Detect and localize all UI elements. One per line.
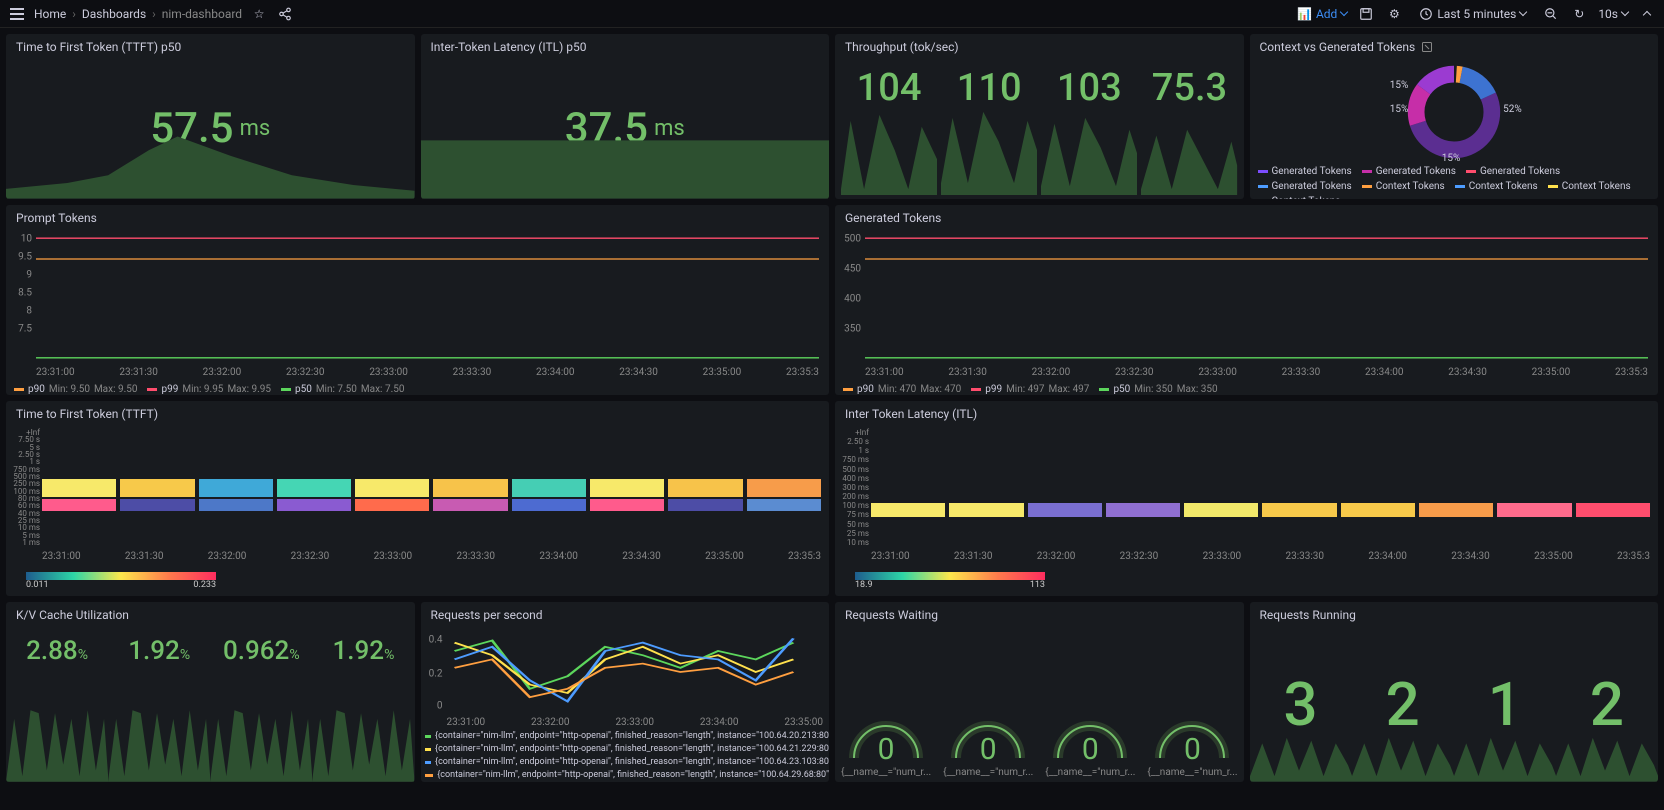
legend-item[interactable]: Generated Tokens — [1362, 166, 1456, 177]
panel-ttft-heatmap[interactable]: Time to First Token (TTFT) +Inf7.50 s5 s… — [6, 401, 829, 596]
panel-ttft-p50[interactable]: Time to First Token (TTFT) p50 57.5ms — [6, 34, 415, 199]
gauge: 0{__name__="num_r... — [937, 716, 1039, 778]
panel-title: Inter-Token Latency (ITL) p50 — [421, 34, 830, 58]
legend-item[interactable]: p50 Min: 350 Max: 350 — [1099, 384, 1217, 395]
panel-context-vs-generated[interactable]: Context vs Generated Tokens 15% 15% 52% … — [1250, 34, 1659, 199]
panel-kv-cache[interactable]: K/V Cache Utilization 2.88%1.92%0.962%1.… — [6, 602, 415, 782]
kv-stat: 1.92% — [108, 626, 210, 782]
breadcrumb-home[interactable]: Home — [34, 7, 66, 21]
legend-item[interactable]: {container="nim-llm", endpoint="http-ope… — [425, 743, 830, 756]
legend-item[interactable]: p50 Min: 7.50 Max: 7.50 — [281, 384, 404, 395]
legend-item[interactable]: p90 Min: 470 Max: 470 — [843, 384, 961, 395]
panel-title: Requests Running — [1250, 602, 1659, 626]
share-icon[interactable] — [276, 5, 294, 23]
stat-running: 3 — [1250, 626, 1352, 782]
legend-item[interactable]: Context Tokens — [1258, 196, 1341, 199]
gauge: 0{__name__="num_r... — [1141, 716, 1243, 778]
stat-value: 104 — [857, 66, 922, 110]
panel-title: Context vs Generated Tokens — [1250, 34, 1659, 58]
panel-title: K/V Cache Utilization — [6, 602, 415, 626]
stat-running: 2 — [1352, 626, 1454, 782]
legend-item[interactable]: Context Tokens — [1455, 181, 1538, 192]
refresh-interval[interactable]: 10s — [1598, 7, 1628, 21]
panel-itl-heatmap[interactable]: Inter Token Latency (ITL) +Inf2.50 s1 s7… — [835, 401, 1658, 596]
legend-item[interactable]: Context Tokens — [1548, 181, 1631, 192]
kv-stat: 1.92% — [312, 626, 414, 782]
panel-title: Requests Waiting — [835, 602, 1244, 626]
legend-item[interactable]: Context Tokens — [1362, 181, 1445, 192]
panel-generated-tokens[interactable]: Generated Tokens 500 450 400 350 23:31:0… — [835, 205, 1658, 395]
info-icon — [1421, 41, 1433, 53]
kv-stat: 0.962% — [210, 626, 312, 782]
legend-item[interactable]: {container="nim-llm", endpoint="http-ope… — [425, 756, 830, 769]
add-button[interactable]: 📊 Add — [1297, 7, 1347, 21]
panel-title: Inter Token Latency (ITL) — [835, 401, 1658, 425]
save-icon[interactable] — [1357, 5, 1375, 23]
kv-stat: 2.88% — [6, 626, 108, 782]
menu-icon[interactable] — [8, 5, 26, 23]
time-range-picker[interactable]: Last 5 minutes — [1413, 5, 1532, 23]
panel-throughput[interactable]: Throughput (tok/sec) 104 110 103 75.3 — [835, 34, 1244, 199]
stat-value: 110 — [957, 66, 1022, 110]
panel-requests-waiting[interactable]: Requests Waiting 0{__name__="num_r...0{_… — [835, 602, 1244, 782]
panel-requests-running[interactable]: Requests Running 3212 — [1250, 602, 1659, 782]
stat-running: 2 — [1556, 626, 1658, 782]
legend-item[interactable]: p99 Min: 497 Max: 497 — [971, 384, 1089, 395]
panel-title: Time to First Token (TTFT) — [6, 401, 829, 425]
legend-item[interactable]: {container="nim-llm", endpoint="http-ope… — [425, 730, 830, 743]
stat-running: 1 — [1454, 626, 1556, 782]
legend-item[interactable]: p90 Min: 9.50 Max: 9.50 — [14, 384, 137, 395]
legend-item[interactable]: Generated Tokens — [1466, 166, 1560, 177]
gauge: 0{__name__="num_r... — [1039, 716, 1141, 778]
expand-icon[interactable] — [1638, 5, 1656, 23]
panel-rps[interactable]: Requests per second 0.4 0.2 0 23:31:0023… — [421, 602, 830, 782]
panel-title: Prompt Tokens — [6, 205, 829, 229]
legend-item[interactable]: {container="nim-llm", endpoint="http-ope… — [425, 769, 830, 782]
panel-title: Time to First Token (TTFT) p50 — [6, 34, 415, 58]
breadcrumb-current: nim-dashboard — [162, 7, 242, 21]
panel-itl-p50[interactable]: Inter-Token Latency (ITL) p50 37.5ms — [421, 34, 830, 199]
panel-title: Generated Tokens — [835, 205, 1658, 229]
breadcrumb: Home › Dashboards › nim-dashboard — [34, 7, 242, 21]
gauge: 0{__name__="num_r... — [835, 716, 937, 778]
legend-item[interactable]: Generated Tokens — [1258, 181, 1352, 192]
panel-title: Throughput (tok/sec) — [835, 34, 1244, 58]
legend-item[interactable]: p99 Min: 9.95 Max: 9.95 — [147, 384, 270, 395]
zoom-out-icon[interactable] — [1542, 5, 1560, 23]
legend-item[interactable]: Generated Tokens — [1258, 166, 1352, 177]
breadcrumb-dashboards[interactable]: Dashboards — [82, 7, 146, 21]
gear-icon[interactable]: ⚙ — [1385, 5, 1403, 23]
header-bar: Home › Dashboards › nim-dashboard ☆ 📊 Ad… — [0, 0, 1664, 28]
panel-prompt-tokens[interactable]: Prompt Tokens 10 9.5 9 8.5 8 7.5 23:31:0… — [6, 205, 829, 395]
star-icon[interactable]: ☆ — [250, 5, 268, 23]
panel-title: Requests per second — [421, 602, 830, 626]
stat-value: 75.3 — [1152, 66, 1227, 110]
refresh-icon[interactable]: ↻ — [1570, 5, 1588, 23]
stat-value: 103 — [1057, 66, 1122, 110]
